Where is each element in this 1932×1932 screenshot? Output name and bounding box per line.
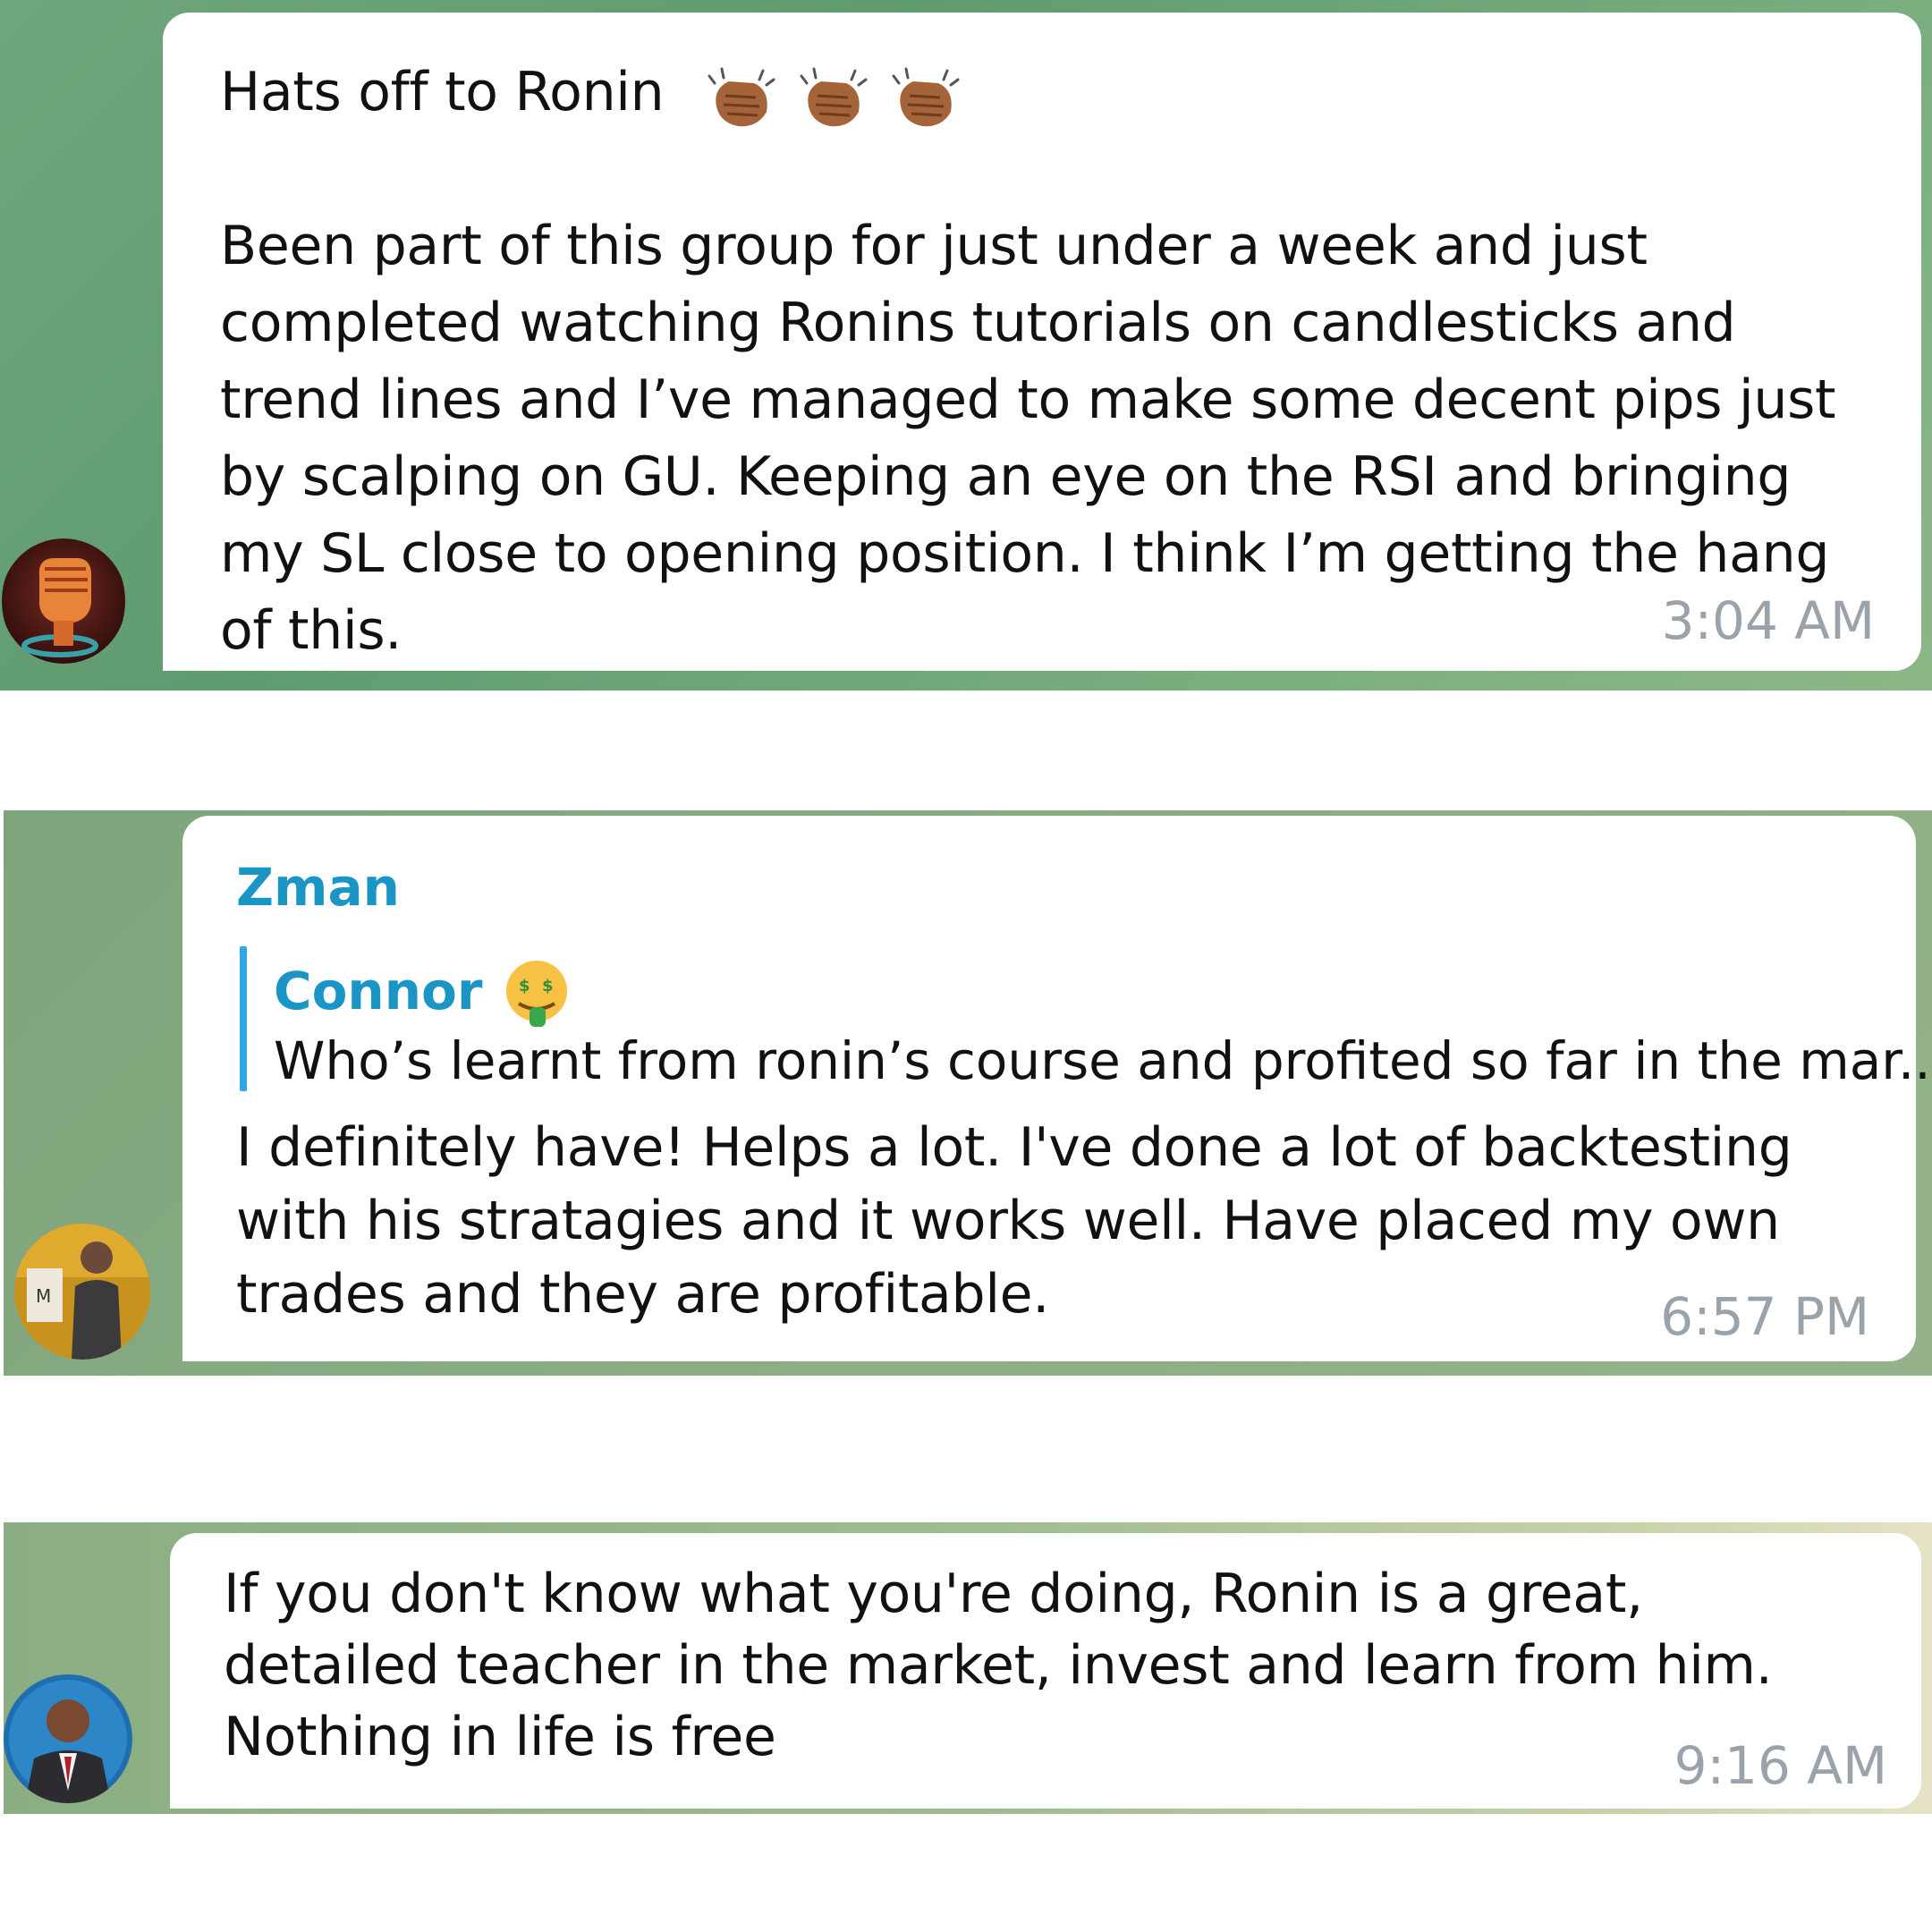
avatar-person[interactable]: M (14, 1224, 150, 1360)
message-timestamp: 6:57 PM (1660, 1286, 1869, 1347)
reply-quote[interactable]: Connor $ $ Who’s learnt from ronin’s cou… (240, 941, 1932, 1093)
svg-text:$: $ (519, 977, 530, 996)
message-title: Hats off to Ronin (220, 54, 1830, 131)
avatar-man-in-suit[interactable] (4, 1674, 132, 1803)
raised-fist-icon (2, 538, 125, 664)
message-title-text: Hats off to Ronin (220, 61, 665, 123)
chat-panel-3: If you don't know what you're doing, Ron… (4, 1522, 1932, 1814)
reply-author-name: Connor (274, 961, 483, 1022)
clapping-hands-icon (892, 67, 960, 127)
clapping-hands-icon (800, 67, 868, 127)
reply-author: Connor $ $ (274, 959, 572, 1030)
message-bubble-3[interactable]: If you don't know what you're doing, Ron… (170, 1533, 1921, 1809)
chat-panel-1: Hats off to Ronin Been part of this grou… (0, 0, 1932, 691)
message-body: I definitely have! Helps a lot. I've don… (236, 1116, 1792, 1326)
money-mouth-face-icon: $ $ (505, 961, 567, 1027)
message-body: Been part of this group for just under a… (220, 215, 1836, 662)
clapping-hands-icon (708, 67, 775, 127)
message-timestamp: 3:04 AM (1661, 590, 1875, 651)
message-bubble-2[interactable]: Zman Connor $ $ Who’s learnt from ronin’… (182, 816, 1932, 1361)
avatar-fist[interactable] (2, 531, 125, 671)
sender-name[interactable]: Zman (236, 857, 400, 918)
clapping-hands-icons (704, 56, 963, 133)
person-photo-icon: M (14, 1224, 150, 1360)
message-bubble-1[interactable]: Hats off to Ronin Been part of this grou… (163, 13, 1921, 671)
message-timestamp: 9:16 AM (1674, 1735, 1887, 1796)
message-body: If you don't know what you're doing, Ron… (224, 1563, 1773, 1768)
svg-text:M: M (36, 1285, 51, 1307)
reply-text: Who’s learnt from ronin’s course and pro… (274, 1030, 1932, 1091)
man-in-suit-icon (4, 1674, 132, 1803)
svg-text:$: $ (542, 977, 554, 996)
chat-panel-2: M Zman Connor $ $ Who’s learnt from roni… (4, 810, 1932, 1376)
